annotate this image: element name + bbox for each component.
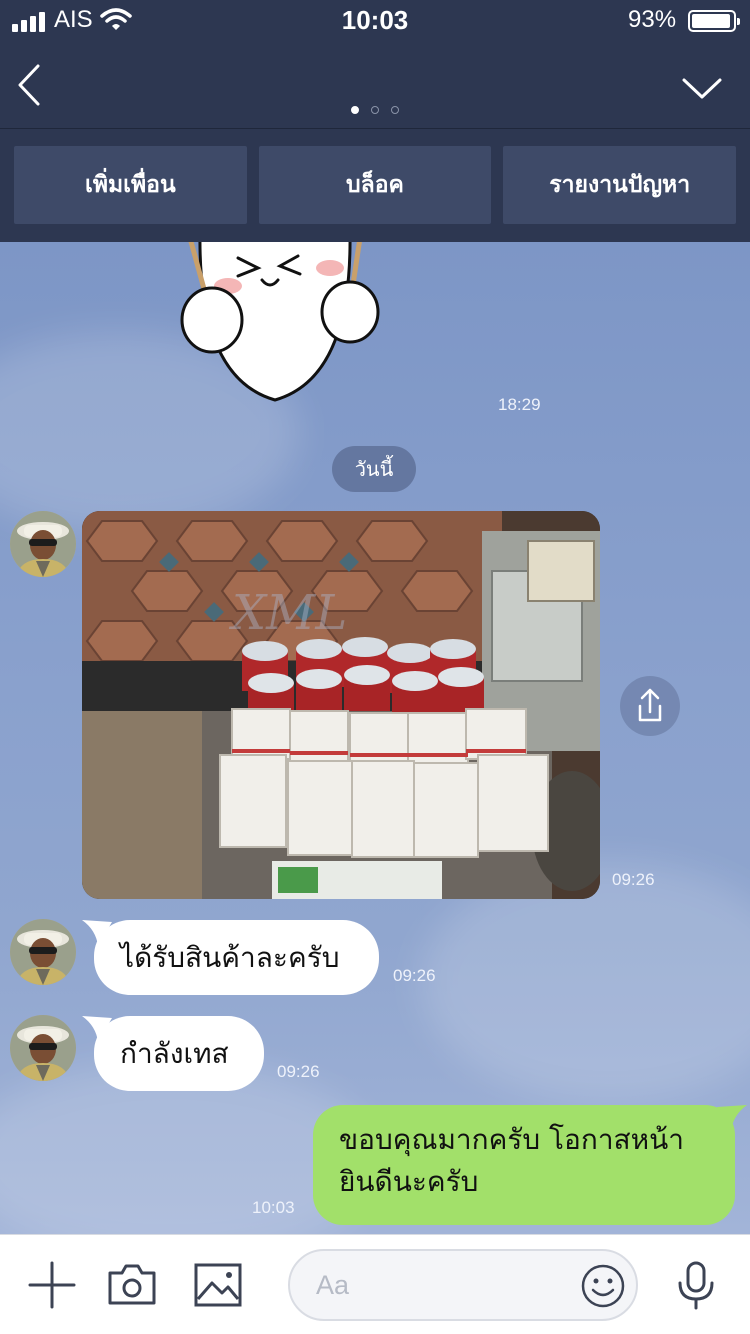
camera-icon[interactable]: [106, 1259, 158, 1311]
report-button[interactable]: รายงานปัญหา: [503, 146, 737, 224]
add-friend-button[interactable]: เพิ่มเพื่อน: [14, 146, 247, 224]
plus-icon[interactable]: [26, 1259, 78, 1311]
message-bubble[interactable]: ได้รับสินค้าละครับ: [82, 920, 379, 995]
message-bubble[interactable]: กำลังเทส: [82, 1016, 264, 1091]
my-message-bubble[interactable]: ขอบคุณมากครับ โอกาสหน้า ยินดีนะครับ: [313, 1105, 747, 1225]
message-input[interactable]: [316, 1265, 566, 1305]
profile-actions: เพิ่มเพื่อน บล็อค รายงานปัญหา: [14, 146, 737, 224]
page-dot: [391, 106, 399, 114]
avatar[interactable]: [10, 919, 76, 985]
battery-percent: 93%: [628, 6, 677, 33]
header-divider: [0, 128, 750, 129]
battery-icon: [688, 10, 740, 32]
date-separator: วันนี้: [332, 446, 416, 492]
message-text-line: ขอบคุณมากครับ โอกาสหน้า: [339, 1123, 684, 1156]
page-indicator: [0, 106, 750, 114]
image-icon[interactable]: [192, 1259, 244, 1311]
photo-watermark: XML: [228, 585, 347, 641]
input-bar: [0, 1234, 750, 1334]
message-input-box[interactable]: [288, 1249, 638, 1321]
bubble-tail: [82, 920, 112, 946]
message-time: 10:03: [252, 1198, 295, 1217]
message-text-line: ยินดีนะครับ: [339, 1165, 479, 1198]
microphone-icon[interactable]: [670, 1259, 722, 1311]
status-bar: AIS 10:03 93%: [0, 0, 750, 42]
page-dot-active: [351, 106, 359, 114]
avatar[interactable]: [10, 1015, 76, 1081]
message-time: 09:26: [393, 966, 436, 985]
page-dot: [371, 106, 379, 114]
collapse-chevron-icon[interactable]: [680, 70, 724, 104]
message-text: ได้รับสินค้าละครับ: [120, 940, 340, 974]
bubble-tail: [82, 1016, 112, 1042]
emoji-icon[interactable]: [580, 1263, 626, 1309]
avatar[interactable]: [10, 511, 76, 577]
message-time: 09:26: [612, 870, 655, 889]
message-time: 18:29: [498, 395, 541, 414]
sticker-message[interactable]: [170, 242, 380, 408]
message-text: กำลังเทส: [120, 1036, 229, 1070]
message-time: 09:26: [277, 1062, 320, 1081]
photo-message[interactable]: XML: [82, 511, 600, 899]
share-icon[interactable]: [620, 676, 680, 736]
chat-header: AIS 10:03 93% เพิ่มเพื่อน บล็อค รายงานปั…: [0, 0, 750, 242]
bubble-tail: [717, 1105, 747, 1131]
chat-area[interactable]: 18:29 วันนี้ XML 09:26 ได้รับสินค้าละครั…: [0, 242, 750, 1234]
block-button[interactable]: บล็อค: [258, 146, 492, 224]
back-button[interactable]: [10, 60, 50, 110]
